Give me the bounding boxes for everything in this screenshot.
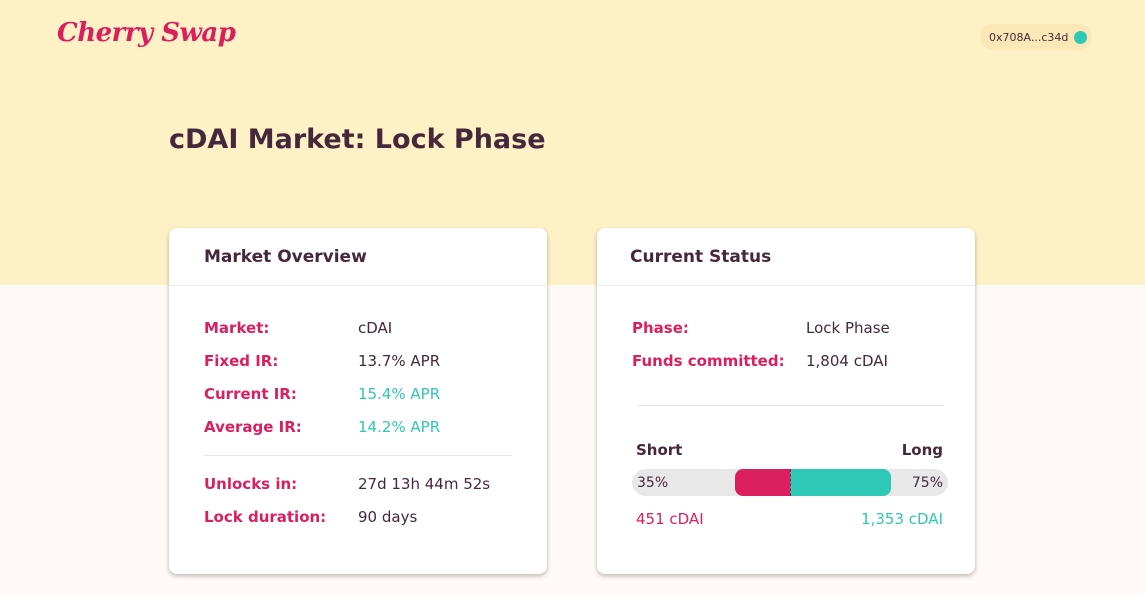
lock-duration-label: Lock duration: — [204, 508, 327, 526]
long-amount: 1,353 cDAI — [861, 510, 943, 528]
lock-duration-value: 90 days — [358, 508, 418, 526]
unlocks-in-label: Unlocks in: — [204, 475, 298, 493]
wallet-badge[interactable]: 0x708A...c34d — [980, 24, 1092, 50]
average-ir-value: 14.2% APR — [358, 418, 441, 436]
short-label: Short — [636, 441, 683, 459]
connection-status-icon — [1074, 30, 1088, 44]
divider — [637, 405, 944, 406]
page-title: cDAI Market: Lock Phase — [169, 124, 546, 155]
wallet-address: 0x708A...c34d — [989, 30, 1069, 44]
fixed-ir-value: 13.7% APR — [358, 352, 441, 370]
phase-label: Phase: — [632, 319, 689, 337]
market-label: Market: — [204, 319, 270, 337]
current-ir-value: 15.4% APR — [358, 385, 441, 403]
average-ir-label: Average IR: — [204, 418, 302, 436]
unlocks-in-value: 27d 13h 44m 52s — [358, 475, 491, 493]
phase-value: Lock Phase — [806, 319, 890, 337]
divider — [204, 455, 512, 456]
funds-committed-value: 1,804 cDAI — [806, 352, 888, 370]
fixed-ir-label: Fixed IR: — [204, 352, 279, 370]
long-percent: 75% — [911, 475, 943, 491]
market-value: cDAI — [358, 319, 393, 337]
market-overview-card: Market Overview Market: cDAI Fixed IR: 1… — [169, 228, 547, 574]
short-bar-segment — [735, 469, 791, 496]
short-amount: 451 cDAI — [636, 510, 704, 528]
current-ir-label: Current IR: — [204, 385, 297, 403]
cherry-swap-logo[interactable]: Cherry Swap — [57, 18, 236, 48]
long-bar-segment — [790, 469, 891, 496]
funds-committed-label: Funds committed: — [632, 352, 785, 370]
short-percent: 35% — [637, 475, 669, 491]
current-status-title: Current Status — [597, 228, 975, 286]
current-status-card: Current Status Phase: Lock Phase Funds c… — [597, 228, 975, 574]
long-label: Long — [901, 441, 943, 459]
market-overview-title: Market Overview — [169, 228, 547, 286]
short-long-ratio-bar: 35% 75% — [632, 469, 948, 496]
